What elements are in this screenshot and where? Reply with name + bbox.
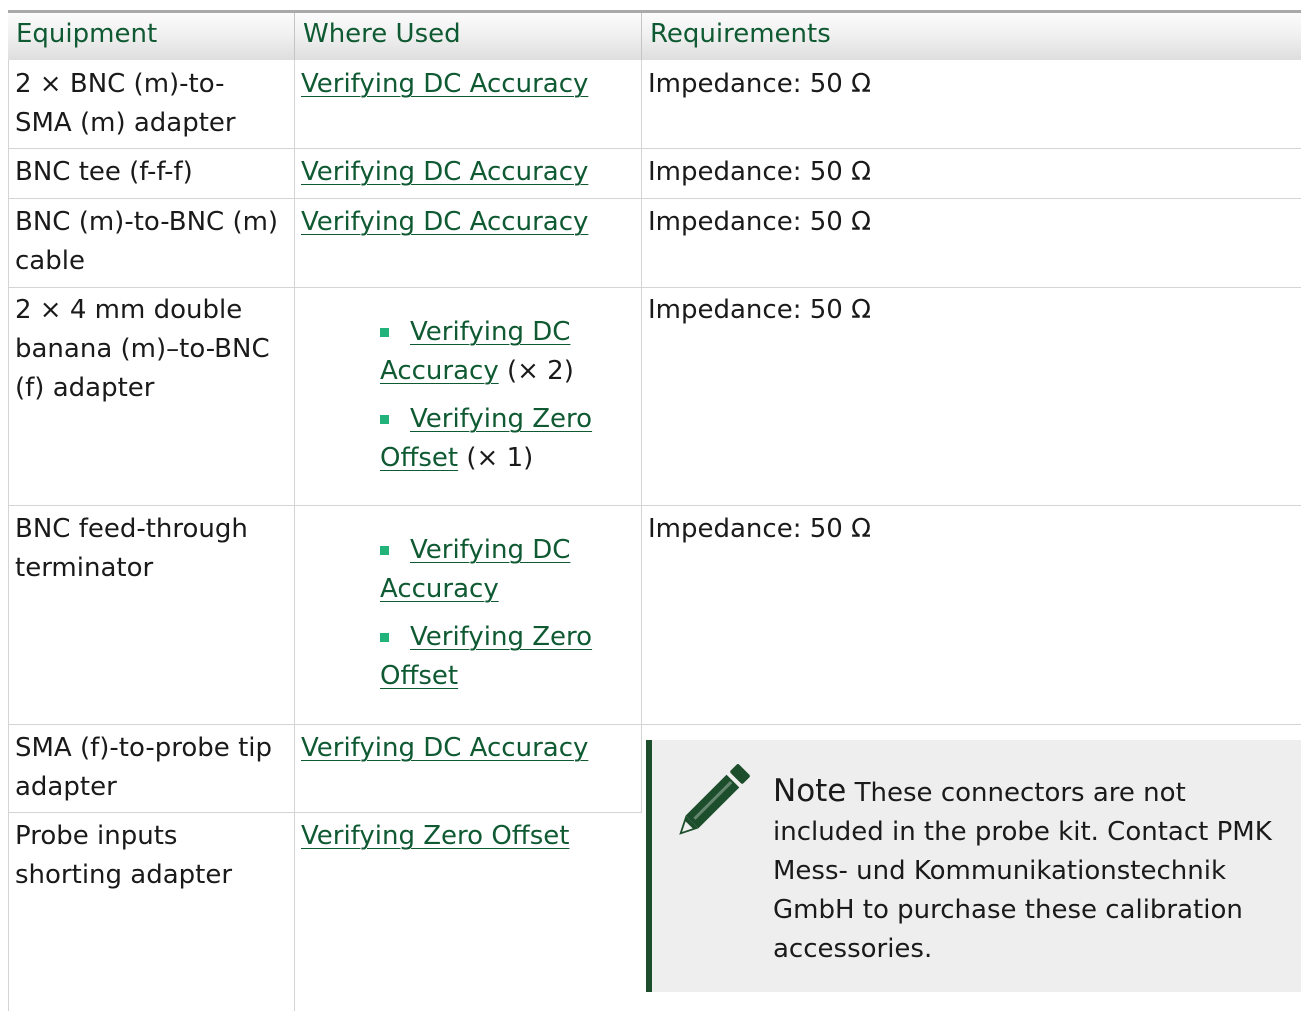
requirements-cell: Impedance: 50 Ω — [648, 295, 871, 325]
equipment-cell: BNC feed-through terminator — [15, 514, 248, 583]
bullet-icon — [380, 546, 389, 555]
bullet-icon — [380, 633, 389, 642]
list-item: Verifying DC Accuracy (× 2) — [380, 313, 630, 391]
bullet-icon — [380, 328, 389, 337]
pencil-icon — [668, 760, 758, 840]
row-divider — [8, 812, 642, 813]
note-label: Note — [773, 773, 847, 809]
table-row: 2 × 4 mm double banana (m)–to-BNC (f) ad… — [15, 291, 285, 408]
link-verifying-dc-accuracy[interactable]: Verifying DC Accuracy — [301, 69, 588, 99]
requirements-cell: Impedance: 50 Ω — [648, 157, 871, 187]
link-verifying-dc-accuracy[interactable]: Verifying DC Accuracy — [301, 733, 588, 763]
link-verifying-zero-offset[interactable]: Verifying Zero Offset — [380, 622, 592, 691]
table-border-left — [8, 60, 9, 1011]
table-row: BNC feed-through terminator — [15, 510, 285, 588]
requirements-cell: Impedance: 50 Ω — [648, 69, 871, 99]
equipment-cell: 2 × 4 mm double banana (m)–to-BNC (f) ad… — [15, 295, 270, 403]
table-row: SMA (f)-to-probe tip adapter — [15, 729, 291, 807]
quantity-note: (× 1) — [458, 443, 534, 473]
column-divider — [294, 60, 295, 1011]
note-text: These connectors are not included in the… — [773, 778, 1272, 964]
list-item: Verifying Zero Offset (× 1) — [380, 400, 630, 478]
note-callout: Note These connectors are not included i… — [646, 740, 1301, 992]
column-divider — [641, 60, 642, 813]
header-requirements: Requirements — [650, 19, 831, 49]
requirements-cell: Impedance: 50 Ω — [648, 207, 871, 237]
header-where-used: Where Used — [303, 19, 461, 49]
equipment-cell: BNC tee (f-f-f) — [15, 157, 193, 187]
equipment-cell: BNC (m)-to-BNC (m) cable — [15, 207, 279, 276]
link-verifying-zero-offset[interactable]: Verifying Zero Offset — [301, 821, 569, 851]
quantity-note: (× 2) — [498, 356, 574, 386]
table-header: Equipment Where Used Requirements — [8, 10, 1301, 60]
bullet-icon — [380, 415, 389, 424]
row-divider — [8, 505, 1301, 506]
where-used-list: Verifying DC Accuracy Verifying Zero Off… — [380, 531, 630, 705]
link-verifying-dc-accuracy[interactable]: Verifying DC Accuracy — [301, 207, 588, 237]
row-divider — [8, 724, 1301, 725]
row-divider — [8, 148, 1301, 149]
table-row: BNC tee (f-f-f) — [15, 153, 291, 192]
requirements-cell: Impedance: 50 Ω — [648, 514, 871, 544]
link-verifying-dc-accuracy[interactable]: Verifying DC Accuracy — [301, 157, 588, 187]
equipment-cell: Probe inputs shorting adapter — [15, 821, 233, 890]
table-row: 2 × BNC (m)-to-SMA (m) adapter — [15, 65, 275, 143]
list-item: Verifying Zero Offset — [380, 618, 630, 696]
row-divider — [8, 287, 1301, 288]
equipment-cell: SMA (f)-to-probe tip adapter — [15, 733, 272, 802]
note-body: Note These connectors are not included i… — [773, 772, 1293, 969]
list-item: Verifying DC Accuracy — [380, 531, 630, 609]
header-equipment: Equipment — [16, 19, 158, 49]
equipment-cell: 2 × BNC (m)-to-SMA (m) adapter — [15, 69, 236, 138]
where-used-list: Verifying DC Accuracy (× 2) Verifying Ze… — [380, 313, 630, 487]
table-row: Probe inputs shorting adapter — [15, 817, 285, 895]
table-row: BNC (m)-to-BNC (m) cable — [15, 203, 293, 281]
row-divider — [8, 198, 1301, 199]
link-verifying-dc-accuracy[interactable]: Verifying DC Accuracy — [380, 535, 570, 604]
